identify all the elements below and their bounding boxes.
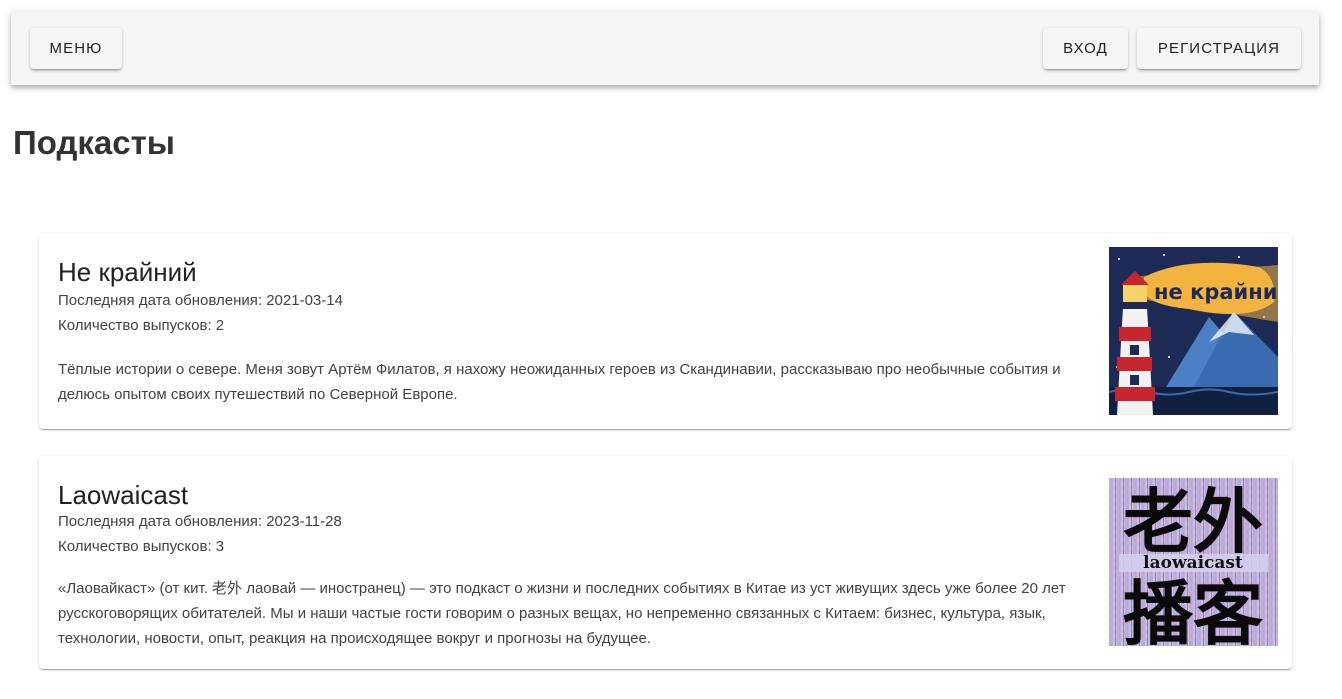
podcast-card-laowaicast[interactable]: Laowaicast Последняя дата обновления: 20… — [39, 456, 1292, 669]
podcast-episode-count: Количество выпусков: 3 — [58, 538, 225, 555]
app-bar: Меню Вход Регистрация — [11, 12, 1319, 85]
podcast-description: Тёплые истории о севере. Меня зовут Артё… — [58, 361, 1061, 403]
register-button[interactable]: Регистрация — [1137, 28, 1301, 69]
podcast-cover-image[interactable]: 老外 laowaicast 播客 — [1109, 478, 1278, 646]
podcast-last-update: Последняя дата обновления: 2021-03-14 — [58, 292, 343, 309]
laowaicast-cover-icon: 老外 laowaicast 播客 — [1109, 478, 1278, 646]
podcast-card-ne-krainiy[interactable]: Не крайний Последняя дата обновления: 20… — [39, 233, 1292, 429]
podcast-cover-image[interactable]: не крайний — [1109, 247, 1278, 415]
podcast-episode-count: Количество выпусков: 2 — [58, 317, 225, 334]
podcast-description: «Лаовайкаст» (от кит. 老外 лаовай — иностр… — [58, 580, 1066, 647]
cover-logo-text: не крайний — [1154, 280, 1278, 304]
menu-button[interactable]: Меню — [30, 28, 122, 69]
cover-mid-text: laowaicast — [1143, 553, 1243, 573]
cover-top-glyphs: 老外 — [1123, 481, 1263, 563]
lighthouse-cover-icon: не крайний — [1109, 247, 1278, 415]
login-button[interactable]: Вход — [1043, 28, 1128, 69]
page-title: Подкасты — [13, 124, 175, 161]
podcast-title[interactable]: Не крайний — [58, 257, 197, 288]
cover-bottom-glyphs: 播客 — [1123, 573, 1263, 646]
podcast-last-update: Последняя дата обновления: 2023-11-28 — [58, 513, 342, 530]
podcast-title[interactable]: Laowaicast — [58, 480, 188, 511]
